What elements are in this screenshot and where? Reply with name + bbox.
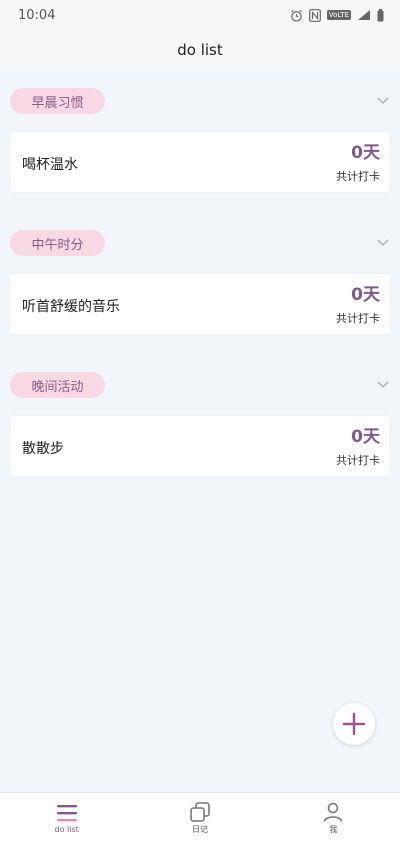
- app-header: do list: [0, 30, 400, 70]
- habit-days: 0天: [351, 143, 380, 163]
- nav-label: 日记: [191, 825, 208, 834]
- habit-card[interactable]: 听首舒缓的音乐 0天 共计打卡: [10, 274, 390, 334]
- habit-list: 早晨习惯 喝杯温水 0天 共计打卡 中午时分 听首舒缓的音乐 0天 共计打卡 晚…: [0, 70, 400, 476]
- chevron-down-icon[interactable]: [376, 378, 390, 392]
- nav-label: 我: [329, 825, 338, 834]
- section-header[interactable]: 早晨习惯: [0, 70, 400, 120]
- section-tag-noon[interactable]: 中午时分: [10, 230, 105, 256]
- nav-item-me[interactable]: 我: [267, 793, 400, 842]
- screen: 10:04 VoLTE do list 早晨习惯 喝杯温水 0天 共计打卡 中午…: [0, 0, 400, 842]
- list-icon: [56, 803, 78, 823]
- person-icon: [322, 802, 344, 822]
- habit-title: 散散步: [22, 441, 64, 457]
- status-bar: 10:04 VoLTE: [0, 0, 400, 30]
- section-header[interactable]: 晚间活动: [0, 354, 400, 404]
- habit-card[interactable]: 散散步 0天 共计打卡: [10, 416, 390, 476]
- battery-icon: [377, 8, 384, 22]
- nfc-icon: [308, 8, 321, 22]
- status-icons: VoLTE: [290, 8, 384, 22]
- chevron-down-icon[interactable]: [376, 236, 390, 250]
- section-tag-morning[interactable]: 早晨习惯: [10, 88, 105, 114]
- habit-card[interactable]: 喝杯温水 0天 共计打卡: [10, 132, 390, 192]
- habit-total-label: 共计打卡: [336, 170, 380, 183]
- section-morning: 早晨习惯 喝杯温水 0天 共计打卡: [0, 70, 400, 192]
- add-habit-button[interactable]: [333, 703, 375, 745]
- section-noon: 中午时分 听首舒缓的音乐 0天 共计打卡: [0, 212, 400, 334]
- nav-item-do-list[interactable]: do list: [0, 793, 133, 842]
- nav-label: do list: [54, 825, 79, 834]
- signal-icon: [357, 9, 371, 21]
- status-time: 10:04: [18, 7, 56, 23]
- habit-days: 0天: [351, 427, 380, 447]
- alarm-icon: [290, 9, 303, 22]
- habit-title: 喝杯温水: [22, 157, 78, 173]
- habit-days: 0天: [351, 285, 380, 305]
- habit-title: 听首舒缓的音乐: [22, 299, 120, 315]
- habit-total-label: 共计打卡: [336, 312, 380, 325]
- bottom-nav: do list 日记 我: [0, 792, 400, 842]
- section-header[interactable]: 中午时分: [0, 212, 400, 262]
- diary-icon: [189, 802, 211, 822]
- volte-badge: VoLTE: [326, 10, 351, 20]
- plus-icon: [342, 712, 366, 736]
- section-tag-evening[interactable]: 晚间活动: [10, 372, 105, 398]
- section-evening: 晚间活动 散散步 0天 共计打卡: [0, 354, 400, 476]
- nav-item-diary[interactable]: 日记: [133, 793, 266, 842]
- chevron-down-icon[interactable]: [376, 94, 390, 108]
- habit-total-label: 共计打卡: [336, 454, 380, 467]
- page-title: do list: [177, 41, 223, 59]
